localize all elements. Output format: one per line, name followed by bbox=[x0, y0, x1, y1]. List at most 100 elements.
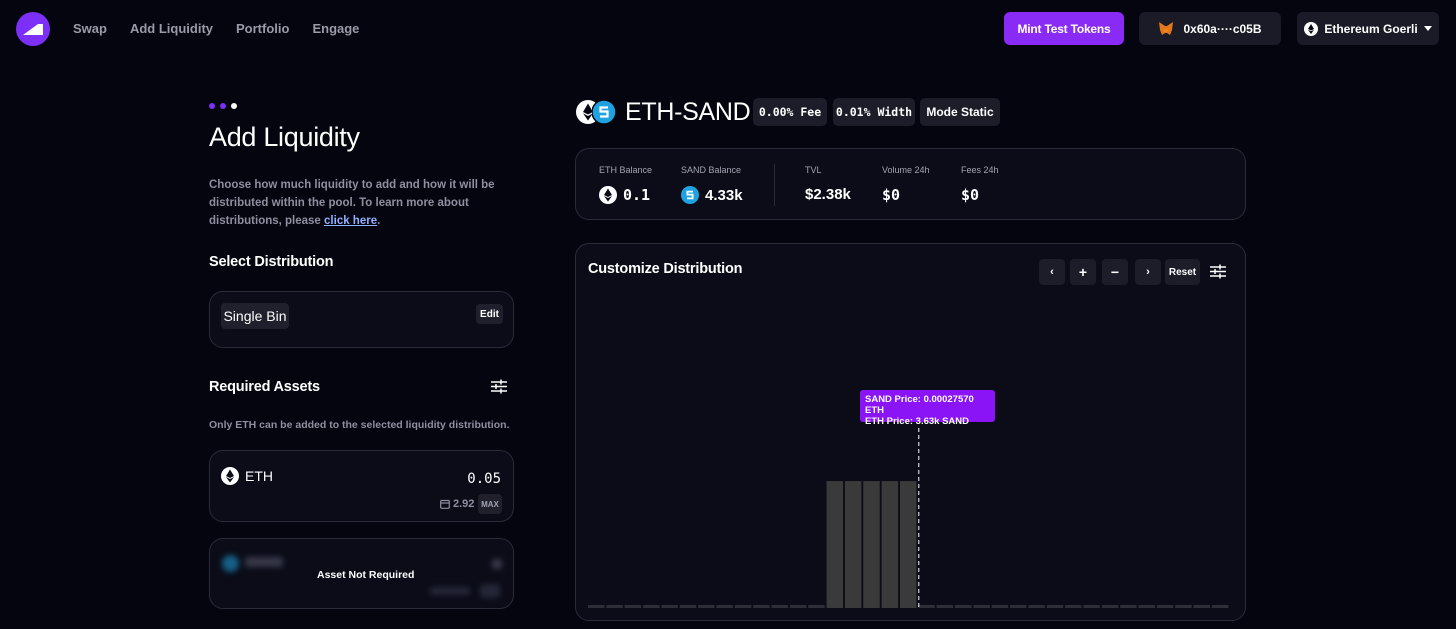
step-dot bbox=[209, 103, 215, 109]
logo-icon bbox=[23, 24, 43, 35]
tooltip-sand-price: SAND Price: 0.00027570 ETH bbox=[865, 394, 974, 416]
edit-distribution-button[interactable]: Edit bbox=[476, 304, 503, 324]
nav-engage[interactable]: Engage bbox=[312, 21, 359, 36]
step-dot bbox=[220, 103, 226, 109]
step-dot-current bbox=[231, 103, 237, 109]
empty-bin-marker bbox=[771, 605, 788, 608]
distribution-chart[interactable] bbox=[575, 420, 1246, 620]
pan-right-button[interactable]: › bbox=[1135, 259, 1161, 285]
network-selector[interactable]: Ethereum Goerli bbox=[1297, 12, 1439, 45]
empty-bin-marker bbox=[991, 605, 1009, 608]
width-badge: 0.01% Width bbox=[833, 98, 915, 126]
empty-bin-marker bbox=[918, 605, 935, 608]
chart-settings-icon[interactable] bbox=[1210, 264, 1226, 279]
zoom-out-button[interactable]: − bbox=[1102, 259, 1128, 285]
sand-balance-placeholder bbox=[430, 587, 470, 595]
sand-icon bbox=[592, 100, 616, 124]
tvl-label: TVL bbox=[805, 165, 822, 175]
price-tooltip: SAND Price: 0.00027570 ETH ETH Price: 3.… bbox=[860, 390, 995, 427]
page-title: Add Liquidity bbox=[209, 122, 360, 152]
empty-bin-marker bbox=[1138, 605, 1155, 608]
empty-bin-marker bbox=[588, 605, 605, 608]
distribution-bar bbox=[826, 481, 844, 608]
nav-add-liquidity[interactable]: Add Liquidity bbox=[130, 21, 213, 36]
empty-bin-marker bbox=[1065, 605, 1082, 608]
fees-value: $0 bbox=[961, 186, 980, 204]
network-label: Ethereum Goerli bbox=[1324, 21, 1418, 36]
reset-button[interactable]: Reset bbox=[1165, 259, 1200, 285]
empty-bin-marker bbox=[1193, 605, 1211, 608]
wallet-button[interactable]: 0x60a····c05B bbox=[1139, 12, 1281, 45]
settings-sliders-icon[interactable] bbox=[491, 379, 507, 394]
empty-bin-marker bbox=[936, 605, 954, 608]
sand-max-placeholder bbox=[480, 584, 500, 598]
fee-badge: 0.00% Fee bbox=[753, 98, 827, 126]
app-logo[interactable] bbox=[16, 12, 50, 46]
nav-swap[interactable]: Swap bbox=[73, 21, 107, 36]
sand-balance-value: 4.33k bbox=[705, 186, 743, 204]
empty-bin-marker bbox=[789, 605, 807, 608]
required-assets-heading: Required Assets bbox=[209, 379, 320, 395]
sand-amount-placeholder bbox=[492, 559, 502, 569]
distribution-value[interactable]: Single Bin bbox=[221, 303, 289, 329]
volume-value: $0 bbox=[882, 186, 901, 204]
empty-bin-marker bbox=[1175, 605, 1192, 608]
volume-label: Volume 24h bbox=[882, 165, 930, 175]
tooltip-eth-price: ETH Price: 3.63k SAND bbox=[865, 416, 970, 427]
empty-bin-marker bbox=[1010, 605, 1027, 608]
empty-bin-marker bbox=[606, 605, 623, 608]
fees-label: Fees 24h bbox=[961, 165, 999, 175]
empty-bin-marker bbox=[1083, 605, 1100, 608]
page-description: Choose how much liquidity to add and how… bbox=[209, 176, 509, 230]
select-distribution-heading: Select Distribution bbox=[209, 254, 334, 270]
sand-balance-stat: 4.33k bbox=[681, 186, 743, 204]
distribution-card: Single Bin Edit bbox=[209, 291, 514, 348]
empty-bin-marker bbox=[643, 605, 660, 608]
wallet-icon bbox=[440, 499, 450, 509]
eth-asset-card: ETH 0.05 2.92 MAX bbox=[209, 450, 514, 522]
main-nav: Swap Add Liquidity Portfolio Engage bbox=[73, 21, 382, 36]
empty-bin-marker bbox=[1028, 605, 1045, 608]
asset-not-required-label: Asset Not Required bbox=[317, 569, 415, 581]
mode-badge: Mode Static bbox=[920, 98, 1000, 126]
eth-amount-input[interactable]: 0.05 bbox=[467, 471, 501, 487]
step-indicator bbox=[209, 103, 237, 109]
eth-balance-stat: 0.1 bbox=[599, 186, 650, 204]
metamask-icon bbox=[1159, 22, 1174, 35]
empty-bin-marker bbox=[661, 605, 678, 608]
stats-divider bbox=[774, 164, 775, 206]
distribution-bar bbox=[863, 481, 880, 608]
chevron-down-icon bbox=[1423, 26, 1432, 31]
zoom-in-button[interactable]: + bbox=[1070, 259, 1096, 285]
eth-balance-value: 0.1 bbox=[623, 186, 651, 204]
nav-portfolio[interactable]: Portfolio bbox=[236, 21, 289, 36]
pool-stats-card bbox=[575, 148, 1246, 220]
pool-name: ETH-SAND bbox=[625, 98, 751, 126]
empty-bin-marker bbox=[1156, 605, 1174, 608]
empty-bin-marker bbox=[753, 605, 770, 608]
empty-bin-marker bbox=[808, 605, 825, 608]
pan-left-button[interactable]: ‹ bbox=[1039, 259, 1065, 285]
max-button[interactable]: MAX bbox=[478, 494, 502, 514]
ethereum-icon bbox=[599, 186, 617, 204]
required-assets-note: Only ETH can be added to the selected li… bbox=[209, 419, 510, 431]
ethereum-icon bbox=[1304, 21, 1319, 36]
eth-asset-symbol: ETH bbox=[245, 468, 273, 484]
empty-bin-marker bbox=[698, 605, 715, 608]
sand-icon bbox=[222, 555, 239, 572]
empty-bin-marker bbox=[679, 605, 697, 608]
empty-bin-marker bbox=[1101, 605, 1119, 608]
chart-title: Customize Distribution bbox=[588, 261, 743, 277]
distribution-bar bbox=[881, 481, 899, 608]
eth-wallet-balance: 2.92 bbox=[453, 498, 475, 510]
sand-symbol-placeholder bbox=[245, 557, 283, 567]
learn-more-link[interactable]: click here bbox=[324, 215, 377, 227]
sand-icon bbox=[681, 186, 699, 204]
eth-balance-label: ETH Balance bbox=[599, 165, 653, 175]
ethereum-icon bbox=[221, 467, 239, 485]
empty-bin-marker bbox=[973, 605, 990, 608]
empty-bin-marker bbox=[624, 605, 642, 608]
mint-test-tokens-button[interactable]: Mint Test Tokens bbox=[1004, 12, 1124, 45]
empty-bin-marker bbox=[1211, 605, 1229, 608]
sand-balance-label: SAND Balance bbox=[681, 165, 742, 175]
